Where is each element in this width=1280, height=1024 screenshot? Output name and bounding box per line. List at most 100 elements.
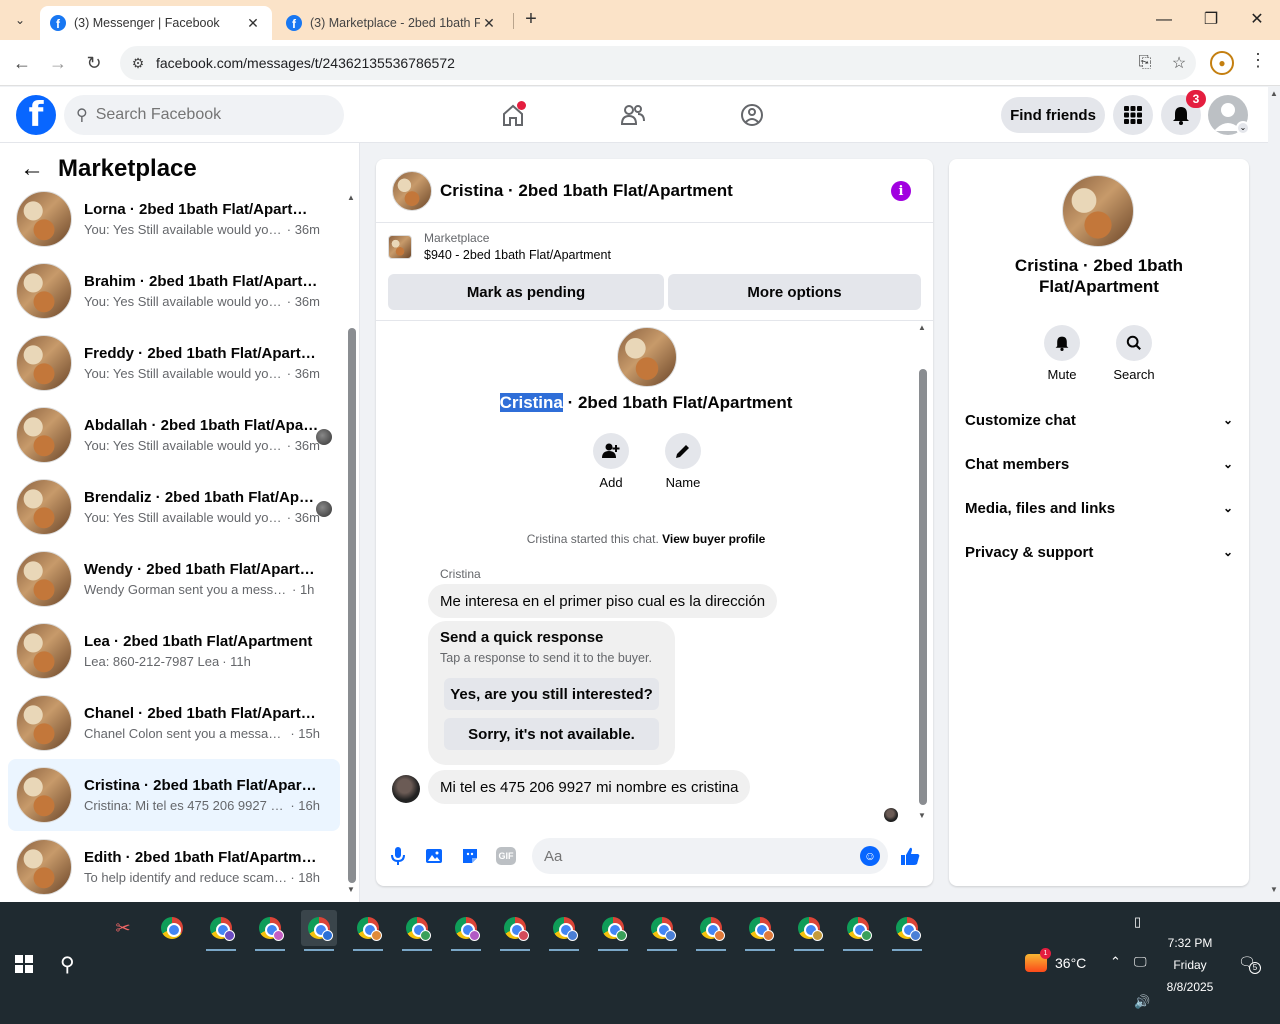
- weather-widget[interactable]: 1 36°C: [1025, 948, 1086, 972]
- conversation-item[interactable]: Abdallah · 2bed 1bath Flat/Apartment You:…: [8, 399, 340, 471]
- friends-nav-icon[interactable]: [617, 99, 649, 131]
- incoming-message[interactable]: Me interesa en el primer piso cual es la…: [428, 584, 778, 618]
- conversation-item[interactable]: Chanel · 2bed 1bath Flat/Apartment Chanel…: [8, 687, 340, 759]
- scroll-up-icon[interactable]: ▲: [347, 193, 355, 202]
- search-in-conversation-button[interactable]: Search: [1104, 325, 1164, 382]
- restore-icon[interactable]: ❐: [1199, 8, 1223, 32]
- menu-grid-icon[interactable]: [1113, 95, 1153, 135]
- incoming-message[interactable]: Mi tel es 475 206 9927 mi nombre es cris…: [428, 770, 751, 804]
- groups-nav-icon[interactable]: [736, 99, 768, 131]
- snipping-tool-icon[interactable]: ✂: [105, 910, 141, 946]
- close-window-icon[interactable]: ✕: [1245, 8, 1269, 32]
- message-input[interactable]: [544, 847, 844, 865]
- chrome-taskbar-icon[interactable]: [497, 910, 533, 951]
- account-chevron-icon[interactable]: ⌄: [1236, 121, 1250, 135]
- close-tab-icon[interactable]: ✕: [244, 15, 262, 32]
- browser-tab-messenger[interactable]: f (3) Messenger | Facebook ✕: [40, 6, 272, 40]
- chrome-taskbar-icon[interactable]: [154, 910, 190, 946]
- close-tab-icon[interactable]: ✕: [480, 15, 498, 32]
- chrome-taskbar-icon[interactable]: [644, 910, 680, 951]
- minimize-icon[interactable]: —: [1152, 8, 1176, 32]
- conversation-item[interactable]: Edith · 2bed 1bath Flat/Apartment To help…: [8, 831, 340, 903]
- taskbar-search-icon[interactable]: ⚲: [60, 952, 84, 976]
- details-avatar[interactable]: [1062, 175, 1134, 247]
- url-text[interactable]: facebook.com/messages/t/2436213553678657…: [156, 55, 1128, 71]
- conversation-info-icon[interactable]: i: [891, 181, 911, 201]
- chrome-taskbar-icon[interactable]: [399, 910, 435, 951]
- chrome-taskbar-icon[interactable]: [693, 910, 729, 951]
- browser-tab-marketplace[interactable]: f (3) Marketplace - 2bed 1bath Flat/Apar…: [276, 6, 508, 40]
- gif-icon[interactable]: GIF: [494, 844, 518, 868]
- tab-search-chevron-icon[interactable]: ⌄: [8, 9, 32, 31]
- forward-icon[interactable]: →: [46, 51, 70, 75]
- home-nav-icon[interactable]: [497, 99, 529, 131]
- conversation-item[interactable]: Wendy · 2bed 1bath Flat/Apartment Wendy G…: [8, 543, 340, 615]
- privacy-support-section[interactable]: Privacy & support ⌄: [965, 534, 1233, 570]
- bookmark-star-icon[interactable]: ☆: [1162, 53, 1196, 73]
- quick-response-option[interactable]: Yes, are you still interested?: [444, 678, 659, 710]
- conversation-item[interactable]: Freddy · 2bed 1bath Flat/Apartment You: Y…: [8, 327, 340, 399]
- edit-name-button[interactable]: Name: [653, 433, 713, 490]
- sender-avatar[interactable]: [392, 775, 420, 803]
- listing-card[interactable]: Marketplace $940 - 2bed 1bath Flat/Apart…: [388, 231, 611, 262]
- scroll-up-icon[interactable]: ▲: [918, 323, 926, 332]
- quick-response-option[interactable]: Sorry, it's not available.: [444, 718, 659, 750]
- page-scrollbar[interactable]: ▲ ▼: [1268, 87, 1280, 902]
- network-icon[interactable]: 🖵: [1134, 954, 1147, 970]
- conversation-item[interactable]: Cristina · 2bed 1bath Flat/Apartment Cris…: [8, 759, 340, 831]
- add-people-button[interactable]: Add: [581, 433, 641, 490]
- mute-button[interactable]: Mute: [1032, 325, 1092, 382]
- find-friends-button[interactable]: Find friends: [1001, 97, 1105, 133]
- tablet-mode-icon[interactable]: ▯: [1134, 914, 1141, 930]
- install-app-icon[interactable]: ⎘: [1128, 54, 1162, 72]
- sticker-icon[interactable]: [458, 844, 482, 868]
- windows-start-icon[interactable]: [15, 955, 33, 973]
- facebook-search[interactable]: ⚲: [64, 95, 344, 135]
- conversation-item[interactable]: Brendaliz · 2bed 1bath Flat/Apartment You…: [8, 471, 340, 543]
- more-options-button[interactable]: More options: [668, 274, 921, 310]
- reload-icon[interactable]: ↻: [82, 51, 106, 75]
- scrollbar-thumb[interactable]: [348, 328, 356, 883]
- show-hidden-icons-chevron-icon[interactable]: ⌃: [1110, 954, 1121, 970]
- chrome-taskbar-icon[interactable]: [252, 910, 288, 951]
- chrome-taskbar-icon[interactable]: [546, 910, 582, 951]
- scroll-down-icon[interactable]: ▼: [347, 885, 355, 894]
- chrome-taskbar-icon[interactable]: [742, 910, 778, 951]
- site-info-icon[interactable]: ⚙: [120, 55, 156, 72]
- volume-icon[interactable]: 🔊: [1134, 994, 1150, 1010]
- new-tab-icon[interactable]: +: [520, 8, 542, 30]
- browser-profile-icon[interactable]: ●: [1210, 51, 1234, 75]
- back-arrow-icon[interactable]: ←: [20, 155, 44, 183]
- emoji-icon[interactable]: ☺: [860, 846, 880, 866]
- browser-menu-icon[interactable]: ⋮: [1248, 50, 1268, 76]
- facebook-search-input[interactable]: [95, 106, 316, 124]
- chrome-taskbar-icon[interactable]: [203, 910, 239, 951]
- address-bar[interactable]: ⚙ facebook.com/messages/t/24362135536786…: [120, 46, 1196, 80]
- chat-scrollbar[interactable]: ▲ ▼: [918, 323, 927, 820]
- message-input-wrapper[interactable]: ☺: [532, 838, 888, 874]
- action-center-icon[interactable]: 🗨 5: [1238, 954, 1261, 974]
- chrome-taskbar-icon[interactable]: [448, 910, 484, 951]
- mark-as-pending-button[interactable]: Mark as pending: [388, 274, 664, 310]
- view-buyer-profile-link[interactable]: View buyer profile: [662, 532, 765, 546]
- back-icon[interactable]: ←: [10, 51, 34, 75]
- chrome-taskbar-icon[interactable]: [301, 910, 337, 951]
- scrollbar-thumb[interactable]: [919, 369, 927, 805]
- conversation-item[interactable]: Brahim · 2bed 1bath Flat/Apartment You: Y…: [8, 255, 340, 327]
- chat-title[interactable]: Cristina · 2bed 1bath Flat/Apartment: [440, 181, 733, 201]
- chrome-taskbar-icon[interactable]: [840, 910, 876, 951]
- taskbar-clock[interactable]: 7:32 PM Friday 8/8/2025: [1160, 932, 1220, 998]
- chat-header-avatar[interactable]: [392, 170, 432, 211]
- chrome-taskbar-icon[interactable]: [889, 910, 925, 951]
- scroll-down-icon[interactable]: ▼: [1270, 885, 1278, 894]
- photo-attach-icon[interactable]: [422, 844, 446, 868]
- like-thumb-icon[interactable]: [898, 844, 922, 868]
- conversation-scrollbar[interactable]: ▲ ▼: [347, 193, 356, 894]
- facebook-logo-icon[interactable]: f: [16, 95, 56, 135]
- conversation-item[interactable]: Lea · 2bed 1bath Flat/Apartment Lea: 860-…: [8, 615, 340, 687]
- chrome-taskbar-icon[interactable]: [791, 910, 827, 951]
- scroll-up-icon[interactable]: ▲: [1270, 89, 1278, 98]
- chat-members-section[interactable]: Chat members ⌄: [965, 446, 1233, 482]
- media-files-links-section[interactable]: Media, files and links ⌄: [965, 490, 1233, 526]
- chrome-taskbar-icon[interactable]: [595, 910, 631, 951]
